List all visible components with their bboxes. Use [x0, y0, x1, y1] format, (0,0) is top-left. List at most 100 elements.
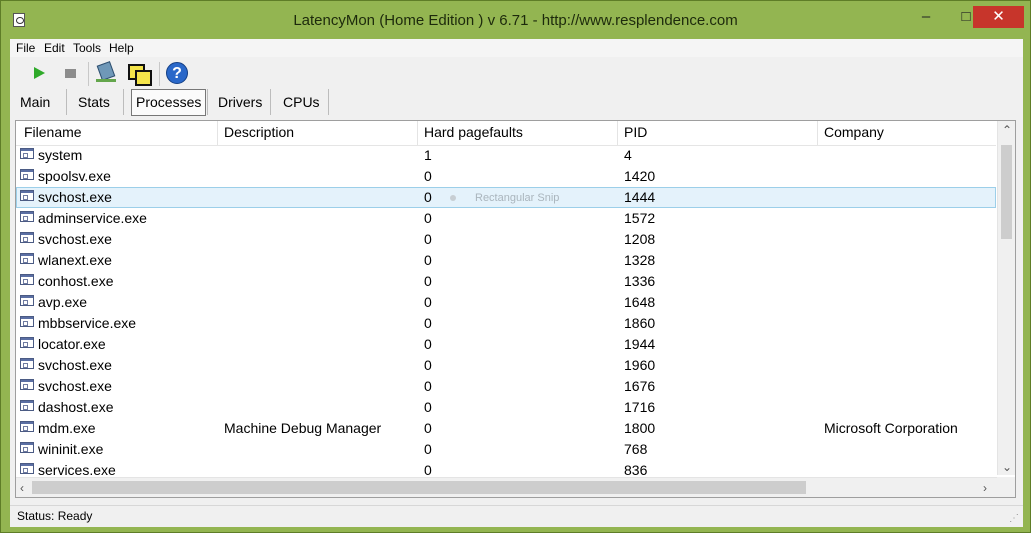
- scrollbar-corner: [997, 477, 1015, 497]
- cell-description: Machine Debug Manager: [224, 420, 382, 436]
- vertical-scroll-thumb[interactable]: [1001, 145, 1012, 239]
- column-divider[interactable]: [417, 121, 418, 145]
- process-file-icon: [20, 211, 34, 222]
- cell-filename: dashost.exe: [38, 399, 114, 415]
- cell-pid: 1208: [624, 231, 656, 247]
- table-row[interactable]: svchost.exe 0 1676: [16, 376, 996, 397]
- process-file-icon: [20, 400, 34, 411]
- menu-help[interactable]: Help: [109, 41, 134, 55]
- tab-separator: [270, 89, 271, 115]
- column-header-description[interactable]: Description: [224, 124, 294, 140]
- title-bar[interactable]: LatencyMon (Home Edition ) v 6.71 - http…: [1, 1, 1030, 39]
- scroll-down-icon[interactable]: ⌄: [1002, 461, 1012, 473]
- toolbar-separator: [159, 62, 160, 86]
- table-row[interactable]: spoolsv.exe 0 1420: [16, 166, 996, 187]
- scroll-left-icon[interactable]: ‹: [20, 482, 24, 494]
- column-divider[interactable]: [817, 121, 818, 145]
- column-header-filename[interactable]: Filename: [24, 124, 82, 140]
- table-row[interactable]: conhost.exe 0 1336: [16, 271, 996, 292]
- scroll-up-icon[interactable]: ⌃: [1002, 124, 1012, 136]
- process-file-icon: [20, 274, 34, 285]
- cell-pid: 1800: [624, 420, 656, 436]
- process-file-icon: [20, 337, 34, 348]
- tab-separator: [66, 89, 67, 115]
- cell-filename: wlanext.exe: [38, 252, 112, 268]
- cell-hard-pagefaults: 0: [424, 462, 432, 478]
- tab-cpus[interactable]: CPUs: [279, 90, 324, 114]
- cell-filename: svchost.exe: [38, 378, 112, 394]
- table-row[interactable]: svchost.exe 0 1960: [16, 355, 996, 376]
- tab-stats[interactable]: Stats: [74, 90, 114, 114]
- table-row[interactable]: system 1 4: [16, 145, 996, 166]
- windows-icon[interactable]: [126, 61, 152, 86]
- snip-tooltip-text: Rectangular Snip: [475, 192, 560, 204]
- cell-filename: system: [38, 147, 83, 163]
- tab-drivers[interactable]: Drivers: [214, 90, 266, 114]
- column-divider[interactable]: [617, 121, 618, 145]
- table-row[interactable]: mdm.exe Machine Debug Manager 0 1800 Microso…: [16, 418, 996, 439]
- status-text: Status: Ready: [17, 509, 93, 523]
- table-row[interactable]: svchost.exe 0 1208: [16, 229, 996, 250]
- process-file-icon: [20, 442, 34, 453]
- cell-pid: 1676: [624, 378, 656, 394]
- process-file-icon: [20, 295, 34, 306]
- cell-filename: services.exe: [38, 462, 116, 478]
- tab-processes[interactable]: Processes: [131, 89, 207, 116]
- table-row[interactable]: locator.exe 0 1944: [16, 334, 996, 355]
- horizontal-scrollbar[interactable]: ‹ ›: [16, 477, 997, 497]
- tab-main[interactable]: Main: [16, 90, 54, 114]
- scroll-right-icon[interactable]: ›: [983, 482, 987, 494]
- vertical-scrollbar[interactable]: ⌃ ⌄: [997, 121, 1015, 475]
- process-list: Filename Description Hard pagefaults PID…: [15, 120, 1016, 498]
- column-header-pid[interactable]: PID: [624, 124, 647, 140]
- table-row[interactable]: avp.exe 0 1648: [16, 292, 996, 313]
- window-title: LatencyMon (Home Edition ) v 6.71 - http…: [293, 12, 738, 29]
- cell-company: Microsoft Corporation: [824, 420, 958, 436]
- process-file-icon: [20, 421, 34, 432]
- cell-filename: spoolsv.exe: [38, 168, 111, 184]
- status-bar: Status: Ready ⋰: [10, 505, 1023, 527]
- cell-filename: svchost.exe: [38, 189, 112, 205]
- cell-hard-pagefaults: 1: [424, 147, 432, 163]
- tools-icon[interactable]: [94, 61, 118, 85]
- cell-pid: 1860: [624, 315, 656, 331]
- cell-filename: locator.exe: [38, 336, 106, 352]
- play-icon[interactable]: [28, 61, 52, 85]
- column-header-hard-pagefaults[interactable]: Hard pagefaults: [424, 124, 523, 140]
- help-icon[interactable]: [165, 61, 189, 85]
- cell-pid: 1444: [624, 189, 656, 205]
- cell-pid: 1420: [624, 168, 656, 184]
- menu-edit[interactable]: Edit: [44, 41, 65, 55]
- table-row[interactable]: dashost.exe 0 1716: [16, 397, 996, 418]
- table-row[interactable]: adminservice.exe 0 1572: [16, 208, 996, 229]
- menu-bar: File Edit Tools Help: [10, 39, 1023, 57]
- cell-pid: 1716: [624, 399, 656, 415]
- table-row[interactable]: mbbservice.exe 0 1860: [16, 313, 996, 334]
- menu-tools[interactable]: Tools: [73, 41, 101, 55]
- cell-pid: 1572: [624, 210, 656, 226]
- toolbar: [10, 59, 1023, 89]
- table-row[interactable]: wininit.exe 0 768: [16, 439, 996, 460]
- cell-hard-pagefaults: 0: [424, 189, 432, 205]
- horizontal-scroll-thumb[interactable]: [32, 481, 806, 494]
- tab-separator: [207, 89, 208, 115]
- minimize-button[interactable]: –: [903, 5, 949, 31]
- process-file-icon: [20, 232, 34, 243]
- column-divider[interactable]: [217, 121, 218, 145]
- cell-pid: 1960: [624, 357, 656, 373]
- resize-grip-icon[interactable]: ⋰: [1009, 514, 1019, 524]
- cell-filename: mbbservice.exe: [38, 315, 137, 331]
- cell-filename: adminservice.exe: [38, 210, 147, 226]
- stop-icon[interactable]: [58, 61, 82, 85]
- close-button[interactable]: ✕: [973, 6, 1024, 28]
- cell-filename: mdm.exe: [38, 420, 96, 436]
- cell-filename: wininit.exe: [38, 441, 104, 457]
- cell-filename: svchost.exe: [38, 231, 112, 247]
- tab-separator: [328, 89, 329, 115]
- table-row[interactable]: wlanext.exe 0 1328: [16, 250, 996, 271]
- cell-hard-pagefaults: 0: [424, 315, 432, 331]
- cell-hard-pagefaults: 0: [424, 336, 432, 352]
- process-file-icon: [20, 463, 34, 474]
- menu-file[interactable]: File: [16, 41, 35, 55]
- column-header-company[interactable]: Company: [824, 124, 884, 140]
